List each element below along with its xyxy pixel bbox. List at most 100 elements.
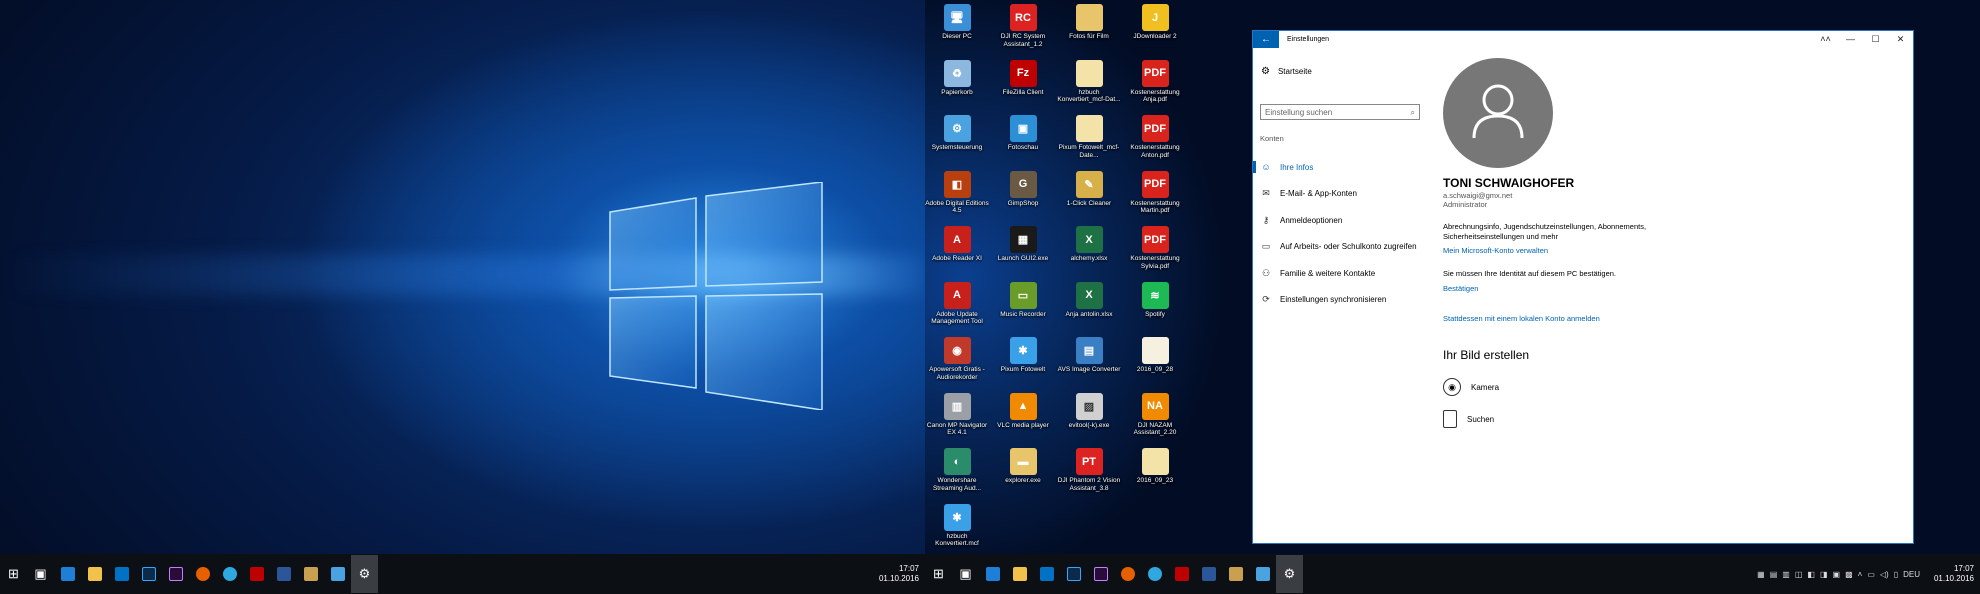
desktop-icon[interactable]: ✎ 1-Click Cleaner [1056,170,1122,208]
desktop-icon[interactable]: X Anja antolin.xlsx [1056,281,1122,319]
desktop-icon[interactable]: J JDownloader 2 [1122,4,1188,41]
taskbar-clock-right[interactable]: 17:07 01.10.2016 [1934,554,1974,594]
taskbar-photos[interactable] [324,555,351,593]
desktop-icon[interactable]: PDF Kostenerstattung Martin.pdf [1122,170,1188,215]
tray-app-icon[interactable]: ◫ [1795,570,1803,579]
desktop-icon[interactable]: Pixum Fotowelt_mcf-Date... [1056,115,1122,159]
taskbar-firefox[interactable] [1114,555,1141,593]
desktop-icon[interactable]: ◧ Adobe Digital Editions 4.5 [924,170,990,215]
desktop-icon[interactable]: ✱ hzbuch Konvertiert.mcf [924,503,990,548]
verify-link[interactable]: Bestätigen [1443,284,1478,293]
tray-app-icon[interactable]: ▦ [1757,570,1765,579]
start-button[interactable]: ⊞ [0,555,27,593]
taskbar-filezilla[interactable] [243,555,270,593]
tray-app-icon[interactable]: ▤ [1770,570,1778,579]
taskbar-photoshop[interactable] [1060,555,1087,593]
desktop-icon[interactable]: PT DJI Phantom 2 Vision Assistant_3.8 [1056,448,1122,492]
nav-item[interactable]: ⟳ Einstellungen synchronisieren [1253,289,1433,311]
taskbar-premiere[interactable] [1087,555,1114,593]
desktop-icon-label: DJI NAZAM Assistant_2.20 [1133,421,1177,437]
network-icon[interactable]: ▭ [1867,570,1875,579]
manage-ms-account-link[interactable]: Mein Microsoft-Konto verwalten [1443,246,1548,255]
desktop-icon[interactable]: 🖥 Dieser PC [924,4,990,41]
desktop-icon[interactable]: ▨ evitool(-k).exe [1056,392,1122,430]
taskbar-explorer[interactable] [1006,555,1033,593]
nav-item[interactable]: ⚷ Anmeldeoptionen [1253,209,1433,231]
tray-app-icon[interactable]: ◧ [1807,570,1815,579]
nav-item[interactable]: ✉ E-Mail- & App-Konten [1253,183,1433,205]
desktop-icon[interactable]: G GimpShop [990,170,1056,208]
battery-icon[interactable]: ▯ [1894,570,1898,579]
desktop-icon[interactable]: RC DJI RC System Assistant_1.2 [990,4,1056,48]
task-view-button[interactable]: ▣ [952,555,979,593]
pin-icon[interactable]: ˄˄ [1813,34,1838,45]
taskbar-outlook[interactable] [1033,555,1060,593]
desktop-icon[interactable]: hzbuch Konvertiert_mcf-Dat... [1056,59,1122,104]
desktop-icon[interactable]: 2016_09_28 [1122,337,1188,374]
taskbar-explorer[interactable] [81,555,108,593]
taskbar-premiere[interactable] [162,555,189,593]
taskbar-ie[interactable] [1141,555,1168,593]
taskbar-edge[interactable] [979,555,1006,593]
taskbar-filezilla[interactable] [1168,555,1195,593]
task-view-button[interactable]: ▣ [27,555,54,593]
taskbar-photoshop[interactable] [135,555,162,593]
minimize-icon[interactable]: — [1838,34,1863,45]
taskbar-photos[interactable] [1249,555,1276,593]
desktop-icon[interactable]: Fotos für Film [1056,4,1122,41]
desktop-icon[interactable]: ▭ Music Recorder [990,281,1056,319]
taskbar-word[interactable] [1195,555,1222,593]
taskbar-app[interactable] [1222,555,1249,593]
desktop-icon-label: Canon MP Navigator EX 4.1 [926,421,988,437]
nav-item[interactable]: ▭ Auf Arbeits- oder Schulkonto zugreifen [1253,236,1433,258]
settings-search-input[interactable]: Einstellung suchen ⌕ [1260,104,1420,120]
desktop-icon[interactable]: NA DJI NAZAM Assistant_2.20 [1122,392,1188,437]
desktop-icon[interactable]: PDF Kostenerstattung Anton.pdf [1122,115,1188,159]
taskbar-settings[interactable]: ⚙ [351,555,378,593]
taskbar-edge[interactable] [54,555,81,593]
desktop-icon[interactable]: PDF Kostenerstattung Anja.pdf [1122,59,1188,104]
taskbar-ie[interactable] [216,555,243,593]
tray-app-icon[interactable]: ▣ [1833,570,1841,579]
camera-option[interactable]: ◉ Kamera [1443,378,1499,396]
desktop-icon[interactable]: ▦ Launch GUI2.exe [990,226,1056,263]
taskbar-outlook[interactable] [108,555,135,593]
volume-icon[interactable]: ◁) [1880,570,1889,579]
desktop-icon[interactable]: A Adobe Reader XI [924,226,990,263]
desktop-icon[interactable]: ▬ explorer.exe [990,448,1056,485]
desktop-icon[interactable]: PDF Kostenerstattung Sylvia.pdf [1122,226,1188,270]
desktop-icon[interactable]: ▲ VLC media player [990,392,1056,430]
taskbar-word[interactable] [270,555,297,593]
back-arrow-icon[interactable]: ← [1253,31,1279,48]
desktop-icon[interactable]: ◉ Apowersoft Gratis - Audiorekorder [924,337,990,381]
desktop-icon[interactable]: ≋ Spotify [1122,281,1188,319]
taskbar-firefox[interactable] [189,555,216,593]
nav-item[interactable]: ⚇ Familie & weitere Kontakte [1253,262,1433,284]
close-icon[interactable]: ✕ [1888,34,1913,45]
desktop-icon[interactable]: A Adobe Update Management Tool [924,281,990,326]
maximize-icon[interactable]: ☐ [1863,34,1888,45]
tray-app-icon[interactable]: ◨ [1820,570,1828,579]
desktop-icon[interactable]: Xalchemy.xlsx [1056,226,1122,263]
desktop-icon[interactable]: ◐ Wondershare Streaming Aud... [924,448,990,492]
chevron-up-icon[interactable]: ˄ [1858,570,1863,579]
desktop-icon[interactable]: ♻ Papierkorb [924,59,990,97]
desktop-icon[interactable]: Fz FileZilla Client [990,59,1056,97]
taskbar-app[interactable] [297,555,324,593]
input-language[interactable]: DEU [1903,570,1920,579]
desktop-icon[interactable]: 2016_09_23 [1122,448,1188,485]
browse-option[interactable]: Suchen [1443,410,1494,428]
desktop-icon[interactable]: ▣ Fotoschau [990,115,1056,152]
desktop-icon[interactable]: ▥ Canon MP Navigator EX 4.1 [924,392,990,437]
taskbar-clock-left[interactable]: 17:07 01.10.2016 [879,554,919,594]
start-button[interactable]: ⊞ [925,555,952,593]
nav-item[interactable]: ☺ Ihre Infos [1253,156,1433,178]
desktop-icon[interactable]: ✱ Pixum Fotowelt [990,337,1056,374]
desktop-icon[interactable]: ⚙ Systemsteuerung [924,115,990,152]
local-account-link[interactable]: Stattdessen mit einem lokalen Konto anme… [1443,314,1600,323]
taskbar-settings[interactable]: ⚙ [1276,555,1303,593]
tray-app-icon[interactable]: ▩ [1845,570,1853,579]
nav-home[interactable]: ⚙ Startseite [1261,66,1312,77]
desktop-icon[interactable]: ▤ AVS Image Converter [1056,337,1122,374]
tray-app-icon[interactable]: ▥ [1782,570,1790,579]
